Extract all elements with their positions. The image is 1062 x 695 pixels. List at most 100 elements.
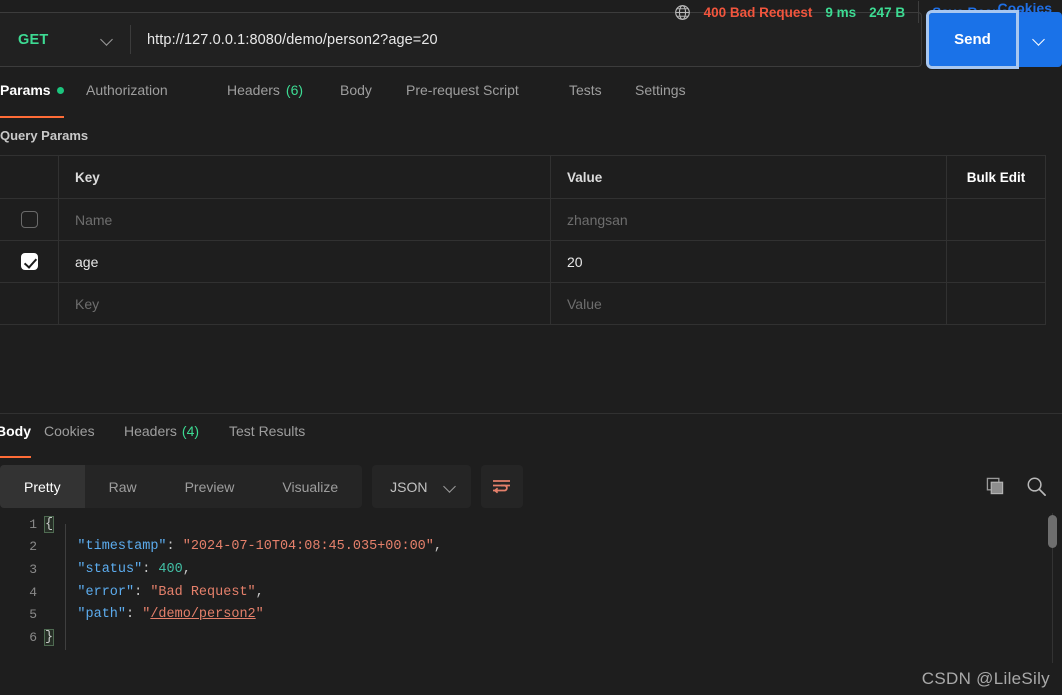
code-token: ,	[182, 561, 191, 577]
line-number: 3	[29, 561, 37, 577]
tab-headers[interactable]: Headers (6)	[227, 82, 303, 113]
code-token: :	[166, 539, 183, 555]
globe-icon	[674, 4, 690, 20]
unsaved-dot-indicator	[56, 87, 64, 94]
copy-icon[interactable]	[986, 477, 1005, 496]
code-text: }	[43, 628, 55, 646]
request-tabs: Params Authorization Headers (6) Body Pre-req…	[0, 82, 1062, 118]
table-header-row: Key Value Bulk Edit	[0, 156, 1045, 199]
language-label: JSON	[390, 478, 428, 495]
row-checkbox-cell	[0, 199, 59, 240]
response-tab-test-results[interactable]: Test Results	[229, 423, 305, 453]
tab-label: Cookies	[44, 423, 95, 439]
code-text: "status": 400,	[45, 561, 191, 577]
code-token: "path"	[77, 607, 127, 623]
response-tab-body[interactable]: Body	[0, 423, 31, 458]
row-enable-checkbox[interactable]	[20, 211, 38, 228]
table-row: age 20	[0, 241, 1045, 283]
code-token: "status"	[77, 561, 143, 577]
bulk-edit-button[interactable]: Bulk Edit	[947, 156, 1045, 198]
response-view-switcher: Pretty Raw Preview Visualize	[0, 465, 363, 508]
tab-pre-request-script[interactable]: Pre-request Script	[406, 82, 519, 113]
param-key-input[interactable]: age	[59, 241, 551, 282]
row-enable-checkbox[interactable]	[20, 253, 38, 270]
view-visualize[interactable]: Visualize	[258, 465, 362, 508]
table-row: Name zhangsan	[0, 199, 1045, 241]
response-body-code[interactable]: 1 {2 "timestamp": "2024-07-10T04:08:45.03…	[0, 513, 1062, 668]
param-key-text: age	[75, 253, 99, 270]
row-actions-cell	[947, 283, 1045, 324]
tab-label: Pre-request Script	[406, 82, 519, 98]
tab-body[interactable]: Body	[340, 82, 372, 113]
line-number: 2	[29, 539, 37, 555]
table-row: Key Value	[0, 283, 1045, 325]
param-value-text: 20	[567, 253, 583, 270]
word-wrap-icon	[493, 480, 511, 494]
scrollbar-thumb[interactable]	[1048, 515, 1057, 548]
tab-label: Body	[340, 82, 372, 98]
code-text: "timestamp": "2024-07-10T04:08:45.035+00…	[45, 539, 442, 554]
view-pretty[interactable]: Pretty	[0, 465, 85, 508]
code-text: {	[43, 515, 55, 533]
code-token: ,	[255, 584, 264, 600]
code-token: :	[142, 561, 159, 577]
param-value-input[interactable]: Value	[551, 283, 947, 324]
chevron-down-icon	[444, 480, 457, 493]
code-token: ,	[433, 539, 442, 555]
response-body-toolbar: Pretty Raw Preview Visualize JSON	[0, 465, 523, 508]
row-actions-cell	[947, 241, 1045, 282]
code-token: }	[43, 628, 55, 646]
code-line: 3 "status": 400,	[0, 558, 1062, 581]
code-token: "2024-07-10T04:08:45.035+00:00"	[182, 539, 434, 555]
chevron-down-icon	[1033, 33, 1046, 46]
code-line: 4 "error": "Bad Request",	[0, 581, 1062, 604]
tab-label: Body	[0, 423, 31, 439]
row-checkbox-cell	[0, 283, 59, 324]
param-key-text: Name	[75, 211, 113, 228]
chevron-down-icon	[1039, 6, 1052, 19]
send-button[interactable]: Send	[926, 10, 1019, 69]
language-selector[interactable]: JSON	[372, 465, 471, 508]
search-icon[interactable]	[1026, 476, 1047, 497]
divider	[918, 1, 920, 23]
tab-tests[interactable]: Tests	[569, 82, 602, 113]
response-size: 247 B	[869, 4, 906, 20]
response-tabs: Body Cookies Headers (4) Test Results	[0, 423, 1062, 458]
tab-label: Tests	[569, 82, 602, 98]
body-scrollbar[interactable]	[1048, 513, 1057, 663]
response-body-actions	[986, 465, 1047, 508]
line-number: 1	[29, 516, 37, 532]
param-value-input[interactable]: 20	[551, 241, 947, 282]
watermark: CSDN @LileSily	[921, 669, 1050, 688]
row-actions-cell	[947, 199, 1045, 240]
view-preview[interactable]: Preview	[161, 465, 259, 508]
view-raw[interactable]: Raw	[85, 465, 161, 508]
response-divider	[0, 413, 1062, 414]
header-checkbox-cell	[0, 156, 59, 198]
code-token: {	[43, 515, 55, 533]
word-wrap-button[interactable]	[480, 465, 523, 508]
code-token[interactable]: /demo/person2	[150, 607, 255, 622]
line-number: 4	[29, 584, 37, 600]
code-text: "error": "Bad Request",	[45, 584, 264, 600]
header-key: Key	[59, 156, 551, 198]
code-text: "path": "/demo/person2"	[45, 607, 263, 623]
tab-authorization[interactable]: Authorization	[86, 82, 168, 113]
query-params-table: Key Value Bulk Edit Name zhangsan age 20 Key…	[0, 155, 1046, 325]
tab-params[interactable]: Params	[0, 82, 64, 118]
param-key-text: Key	[75, 295, 100, 312]
tab-settings[interactable]: Settings	[635, 82, 686, 113]
tab-label: Settings	[635, 82, 686, 98]
response-tab-headers[interactable]: Headers (4)	[124, 423, 199, 453]
param-key-input[interactable]: Name	[59, 199, 551, 240]
response-tab-cookies[interactable]: Cookies	[44, 423, 95, 453]
param-key-input[interactable]: Key	[59, 283, 551, 324]
query-params-title: Query Params	[0, 128, 89, 143]
param-value-input[interactable]: zhangsan	[551, 199, 947, 240]
http-method-selector[interactable]: GET	[0, 13, 130, 66]
tab-label: Test Results	[229, 423, 306, 439]
code-line: 2 "timestamp": "2024-07-10T04:08:45.035+…	[0, 536, 1062, 559]
